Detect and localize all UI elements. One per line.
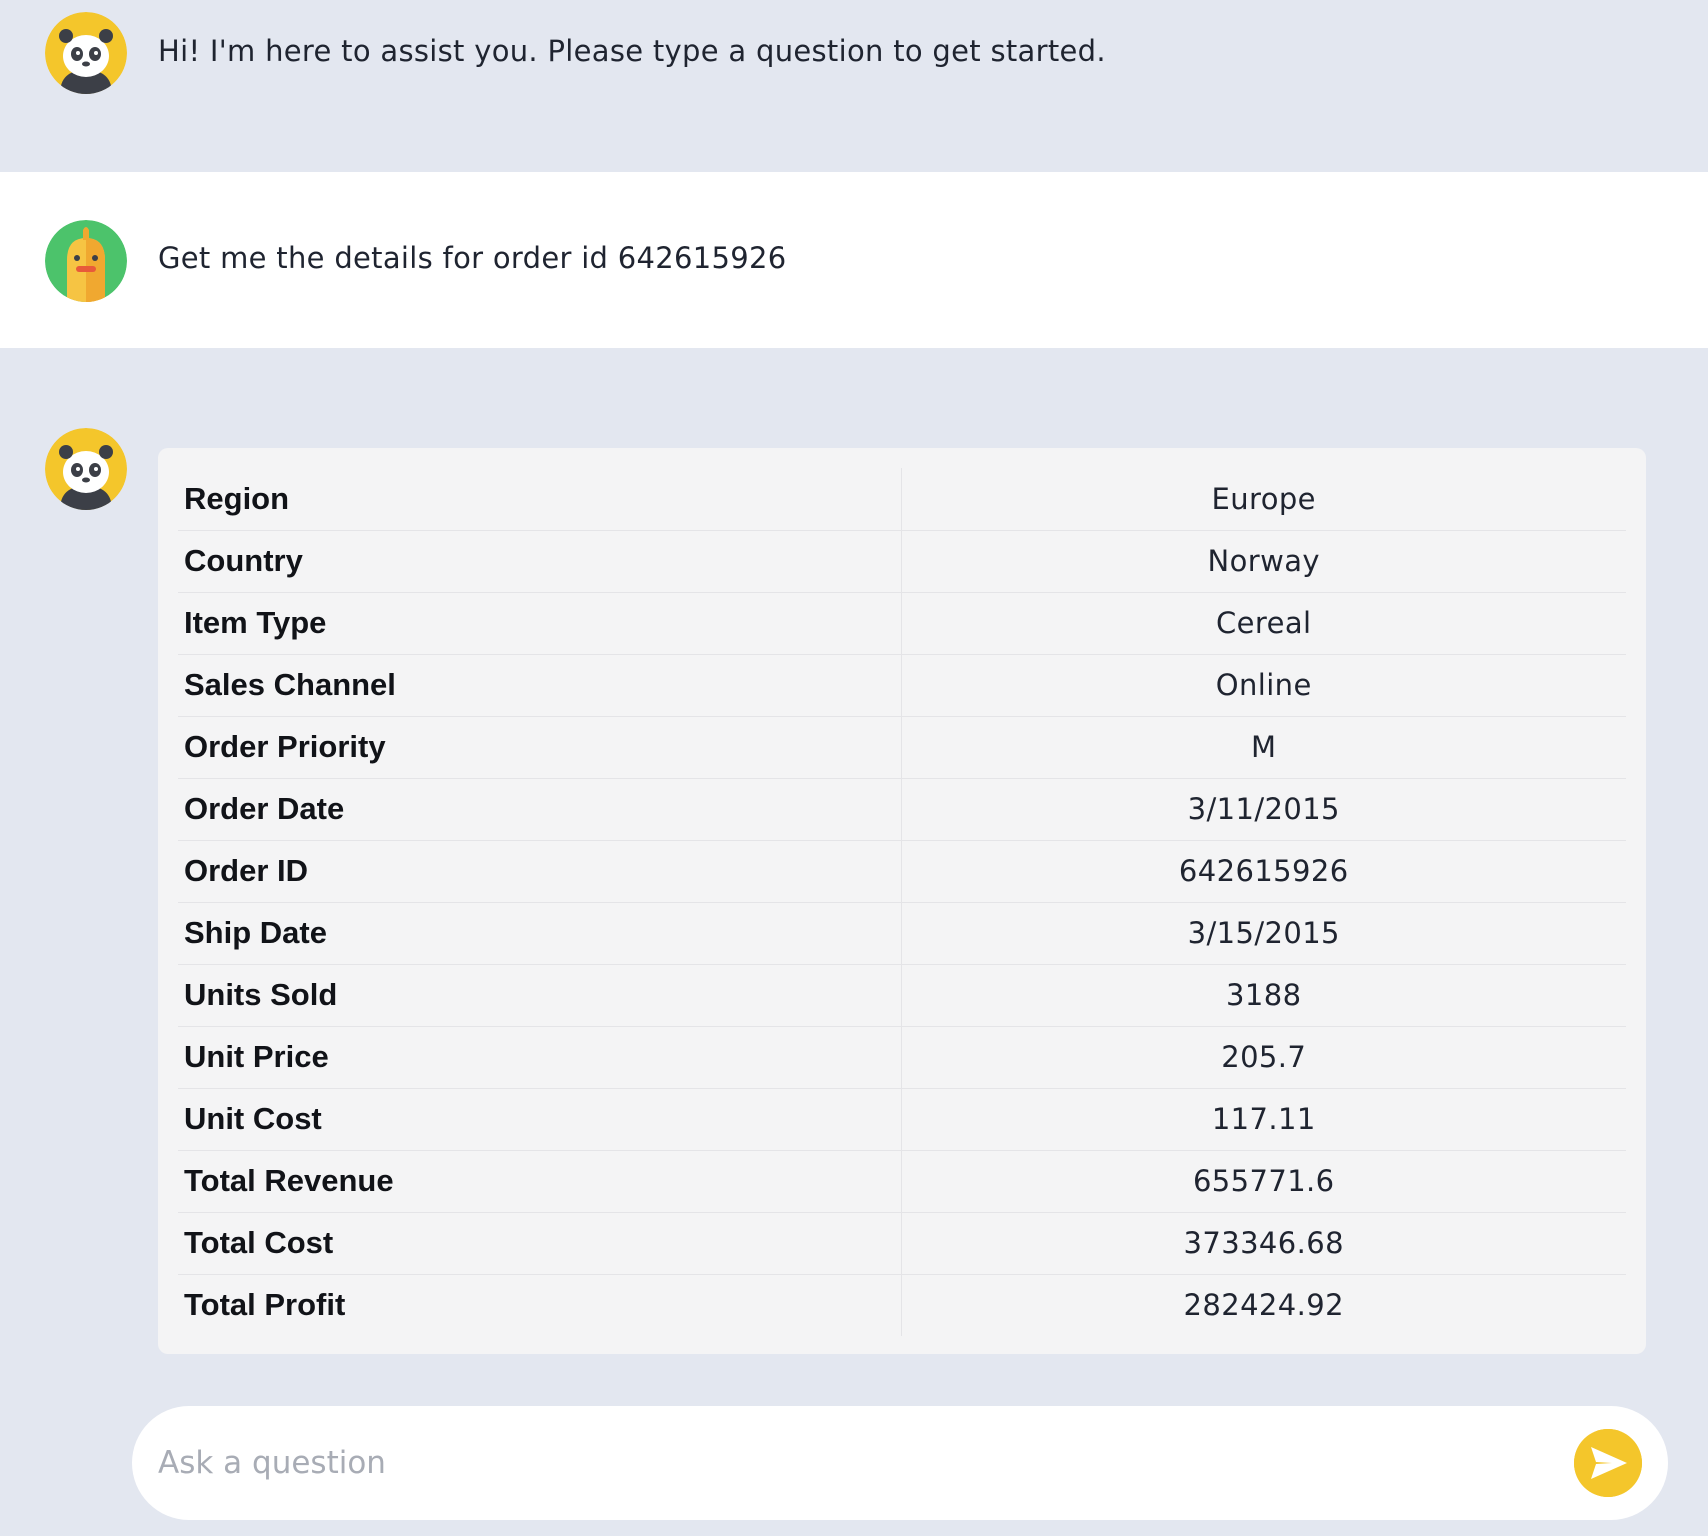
send-button[interactable] — [1574, 1429, 1642, 1497]
panda-icon — [45, 12, 127, 94]
field-value: M — [901, 716, 1626, 779]
field-label: Units Sold — [178, 964, 902, 1027]
table-row: Unit Cost 117.11 — [178, 1088, 1626, 1151]
duck-icon — [45, 220, 127, 302]
table-row: Order Date 3/11/2015 — [178, 778, 1626, 841]
send-icon — [1574, 1429, 1642, 1497]
field-label: Country — [178, 530, 902, 593]
table-row: Item Type Cereal — [178, 592, 1626, 655]
field-value: 642615926 — [901, 840, 1626, 903]
field-label: Total Profit — [178, 1274, 902, 1336]
table-row: Units Sold 3188 — [178, 964, 1626, 1027]
field-value: Europe — [901, 468, 1626, 531]
field-label: Region — [178, 468, 902, 531]
field-label: Sales Channel — [178, 654, 902, 717]
field-value: 373346.68 — [901, 1212, 1626, 1275]
bot-message-answer: Region Europe Country Norway Item Type C… — [0, 348, 1708, 1368]
chat-window: Hi! I'm here to assist you. Please type … — [0, 0, 1708, 1536]
chat-input-bar — [132, 1406, 1668, 1520]
field-value: 282424.92 — [1183, 1288, 1344, 1323]
field-value: 655771.6 — [901, 1150, 1626, 1213]
table-row: Unit Price 205.7 — [178, 1026, 1626, 1089]
table-row: Total Cost 373346.68 — [178, 1212, 1626, 1275]
user-query-text: Get me the details for order id 64261592… — [158, 241, 787, 275]
field-label: Ship Date — [178, 902, 902, 965]
field-value: 117.11 — [901, 1088, 1626, 1151]
field-value: 3/15/2015 — [901, 902, 1626, 965]
greeting-text: Hi! I'm here to assist you. Please type … — [158, 34, 1106, 68]
order-details-card: Region Europe Country Norway Item Type C… — [158, 448, 1646, 1354]
table-row: Region Europe — [178, 468, 1626, 531]
question-input[interactable] — [158, 1428, 1558, 1498]
panda-icon — [45, 428, 127, 510]
order-details-table: Region Europe Country Norway Item Type C… — [178, 468, 1626, 1336]
table-row: Total Profit 282424.92 — [178, 1274, 1626, 1336]
table-row: Sales Channel Online — [178, 654, 1626, 717]
field-value: 3188 — [901, 964, 1626, 1027]
table-row: Order Priority M — [178, 716, 1626, 779]
user-message: Get me the details for order id 64261592… — [0, 172, 1708, 348]
field-label: Item Type — [178, 592, 902, 655]
bot-message-greeting: Hi! I'm here to assist you. Please type … — [0, 0, 1708, 172]
field-label: Unit Cost — [178, 1088, 902, 1151]
field-value: Online — [901, 654, 1626, 717]
field-label: Total Cost — [178, 1212, 902, 1275]
field-value: 3/11/2015 — [901, 778, 1626, 841]
field-label: Total Revenue — [178, 1150, 902, 1213]
table-row: Total Revenue 655771.6 — [178, 1150, 1626, 1213]
table-row: Ship Date 3/15/2015 — [178, 902, 1626, 965]
field-value: Norway — [901, 530, 1626, 593]
table-row: Order ID 642615926 — [178, 840, 1626, 903]
field-value: Cereal — [901, 592, 1626, 655]
field-label: Order Priority — [178, 716, 902, 779]
field-label: Order Date — [178, 778, 902, 841]
table-row: Country Norway — [178, 530, 1626, 593]
field-label: Order ID — [178, 840, 902, 903]
field-value: 205.7 — [901, 1026, 1626, 1089]
field-label: Unit Price — [178, 1026, 902, 1089]
